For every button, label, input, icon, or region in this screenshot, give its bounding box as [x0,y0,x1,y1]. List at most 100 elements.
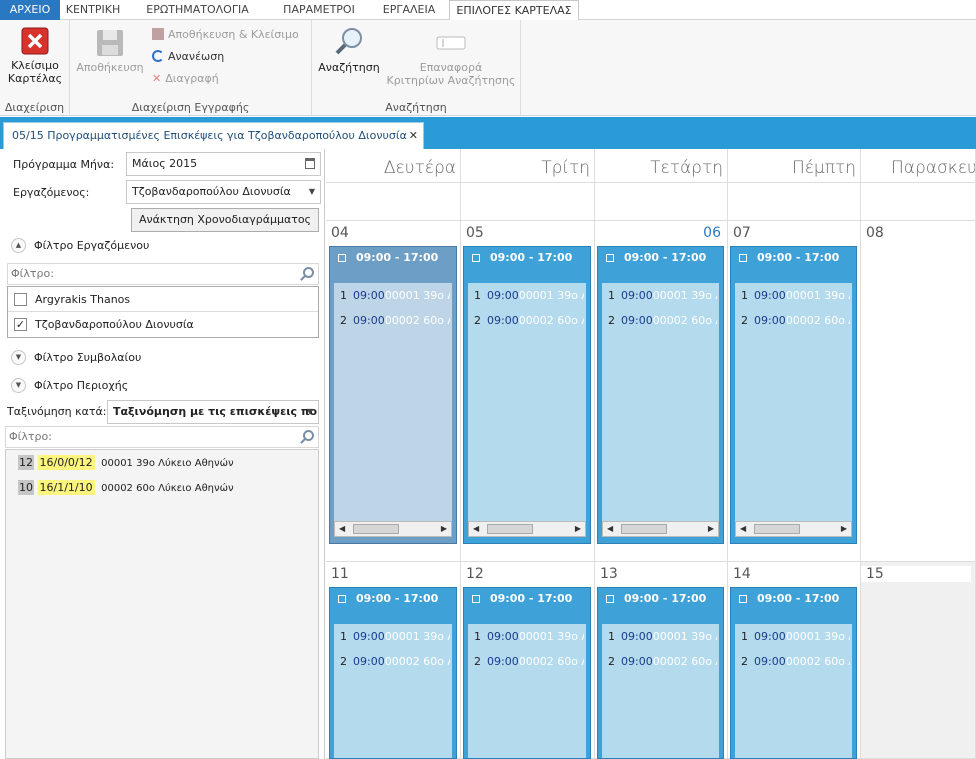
appointment[interactable]: 09:00 - 17:00 1 09:0000001 39ο Λ 2 09:0000… [463,587,591,759]
close-tab-icon[interactable]: ✕ [409,123,418,149]
scroll-right-arrow-icon[interactable]: ▶ [708,524,714,533]
close-tab-button[interactable]: Κλείσιμο Καρτέλας [3,26,67,85]
dropdown-arrow-icon: ▼ [308,187,315,196]
appointment[interactable]: 09:00 - 17:00 1 09:0000001 39ο Λ 2 09:0000… [597,246,724,544]
scroll-left-arrow-icon[interactable]: ◀ [339,524,345,533]
scroll-right-arrow-icon[interactable]: ▶ [575,524,581,533]
appointment-square-icon [472,595,480,603]
delete-label: Διαγραφή [165,72,219,85]
save-close-button[interactable]: Αποθήκευση & Κλείσιμο [152,26,299,44]
appointment-body: 1 09:0000001 39ο Λ 2 09:0000002 60ο Λ [468,624,586,758]
horizontal-scrollbar[interactable]: ◀ ▶ [334,521,452,537]
menu-file[interactable]: ΑΡΧΕΙΟ [0,0,60,20]
close-tab-label-1: Κλείσιμο [11,59,59,72]
search-button[interactable]: Αναζήτηση [316,26,382,74]
appointment-time: 09:00 - 17:00 [624,592,707,605]
scroll-left-arrow-icon[interactable]: ◀ [740,524,746,533]
appointment-time: 09:00 - 17:00 [356,592,439,605]
retrieve-schedule-button[interactable]: Ανάκτηση Χρονοδιαγράμματος [131,208,319,232]
scroll-thumb[interactable] [621,524,667,534]
horizontal-scrollbar[interactable]: ◀ ▶ [468,521,586,537]
refresh-button[interactable]: Ανανέωση [152,48,224,66]
delete-button[interactable]: ✕ Διαγραφή [152,70,219,88]
appointment-line: 1 09:0000001 39ο Λ [741,630,850,643]
expand-area-filter-icon[interactable]: ▼ [11,378,26,393]
employee-select[interactable]: Τζοβανδαροπούλου Διονυσία ▼ [126,180,321,204]
appointment-time: 09:00 - 17:00 [490,251,573,264]
search-icon [303,267,314,278]
appointment-line: 2 09:0000002 60ο Λ [474,314,584,327]
scroll-thumb[interactable] [754,524,800,534]
day-cell[interactable]: 08 [861,221,976,562]
appointment-line: 1 09:0000001 39ο Λ [741,289,850,302]
search-icon [303,430,314,441]
menu-bar: ΑΡΧΕΙΟ ΚΕΝΤΡΙΚΗ ΕΡΩΤΗΜΑΤΟΛΟΓΙΑ ΠΑΡΑΜΕΤΡΟ… [0,0,976,21]
day-header-thursday: Πέμπτη [728,149,861,183]
allday-cell[interactable] [461,183,595,221]
restore-criteria-button[interactable]: Επαναφορά Κριτηρίων Αναζήτησης [386,30,516,87]
scroll-left-arrow-icon[interactable]: ◀ [473,524,479,533]
scroll-thumb[interactable] [353,524,399,534]
employee-filter-header[interactable]: Φίλτρο Εργαζόμενου [34,239,149,252]
allday-cell[interactable] [326,183,461,221]
appointment[interactable]: 09:00 - 17:00 1 09:0000001 39ο Λ 2 09:0000… [597,587,724,759]
day-cell[interactable]: 15 [861,562,976,759]
schedule-tab[interactable]: 05/15 Προγραμματισμένες Επισκέψεις για Τ… [3,122,424,149]
appointment-square-icon [472,254,480,262]
calendar-icon[interactable] [305,158,315,169]
horizontal-scrollbar[interactable]: ◀ ▶ [735,521,852,537]
sort-select[interactable]: Ταξινόμηση με τις επισκέψεις που ▼ [107,400,319,424]
allday-cell[interactable] [861,183,976,221]
list-item[interactable]: Argyrakis Thanos [8,287,318,312]
allday-cell[interactable] [728,183,861,221]
day-header-friday: Παρασκευή [861,149,976,183]
checkbox-unchecked[interactable] [14,293,27,306]
day-number: 08 [866,225,884,241]
appointment-body: 1 09:0000001 39ο Λ 2 09:0000002 60ο Λ [468,283,586,537]
list-item[interactable]: ✓ Τζοβανδαροπούλου Διονυσία [8,312,318,337]
appointment[interactable]: 09:00 - 17:00 1 09:0000001 39ο Λ 2 09:0000… [329,587,457,759]
area-filter-header[interactable]: Φίλτρο Περιοχής [34,379,128,392]
list-item[interactable]: 12 16/0/0/12 00001 39ο Λύκειο Αθηνών [18,455,234,474]
appointment[interactable]: 09:00 - 17:00 1 09:0000001 39ο Λ 2 09:0000… [730,587,857,759]
appointment-time: 09:00 - 17:00 [624,251,707,264]
menu-questionnaires[interactable]: ΕΡΩΤΗΜΑΤΟΛΟΓΙΑ [126,0,269,20]
day-number: 15 [861,566,971,582]
group-search: Αναζήτηση Επαναφορά Κριτηρίων Αναζήτησης… [312,20,521,116]
employee-filter-input[interactable]: Φίλτρο: [7,263,319,285]
appointment[interactable]: 09:00 - 17:00 1 09:0000001 39ο Λ 2 09:0000… [730,246,857,544]
group-manage: Κλείσιμο Καρτέλας Διαχείριση [0,20,70,116]
collapse-employee-filter-icon[interactable]: ▲ [11,238,26,253]
save-button[interactable]: Αποθήκευση [74,28,146,74]
menu-home[interactable]: ΚΕΝΤΡΙΚΗ [60,0,126,20]
visit-filter-input[interactable]: Φίλτρο: [5,426,319,448]
menu-tools[interactable]: ΕΡΓΑΛΕΙΑ [369,0,449,20]
list-item[interactable]: 10 16/1/1/10 00002 60ο Λύκειο Αθηνών [18,480,234,499]
day-number: 14 [733,566,751,582]
checkbox-checked[interactable]: ✓ [14,318,27,331]
appointment[interactable]: 09:00 - 17:00 1 09:0000001 39ο Λ 2 09:0000… [463,246,591,544]
contract-filter-header[interactable]: Φίλτρο Συμβολαίου [34,351,141,364]
appointment-time: 09:00 - 17:00 [356,251,439,264]
allday-cell[interactable] [595,183,728,221]
scroll-right-arrow-icon[interactable]: ▶ [841,524,847,533]
appointment-line: 2 09:0000002 60ο Λ [340,655,450,668]
scroll-left-arrow-icon[interactable]: ◀ [607,524,613,533]
month-picker[interactable]: Μάιος 2015 [126,152,321,176]
appointment-square-icon [739,595,747,603]
visit-list: 12 16/0/0/12 00001 39ο Λύκειο Αθηνών 10 … [5,449,319,759]
schedule-tab-title: 05/15 Προγραμματισμένες Επισκέψεις για Τ… [12,129,407,142]
expand-contract-filter-icon[interactable]: ▼ [11,350,26,365]
group-label-search: Αναζήτηση [385,101,447,114]
close-tab-label-2: Καρτέλας [7,72,63,85]
appointment[interactable]: 09:00 - 17:00 1 09:0000001 39ο Λ 2 09:0000… [329,246,457,544]
menu-parameters[interactable]: ΠΑΡΑΜΕΤΡΟΙ [269,0,369,20]
scroll-thumb[interactable] [487,524,533,534]
appointment-body: 1 09:0000001 39ο Λ 2 09:0000002 60ο Λ [602,283,719,537]
menu-tab-options[interactable]: ΕΠΙΛΟΓΕΣ ΚΑΡΤΕΛΑΣ [449,0,579,21]
scroll-right-arrow-icon[interactable]: ▶ [441,524,447,533]
sort-label: Ταξινόμηση κατά: [7,405,107,418]
horizontal-scrollbar[interactable]: ◀ ▶ [602,521,719,537]
appointment-line: 1 09:0000001 39ο Λ [474,289,584,302]
appointment-line: 1 09:0000001 39ο Λ [608,630,717,643]
